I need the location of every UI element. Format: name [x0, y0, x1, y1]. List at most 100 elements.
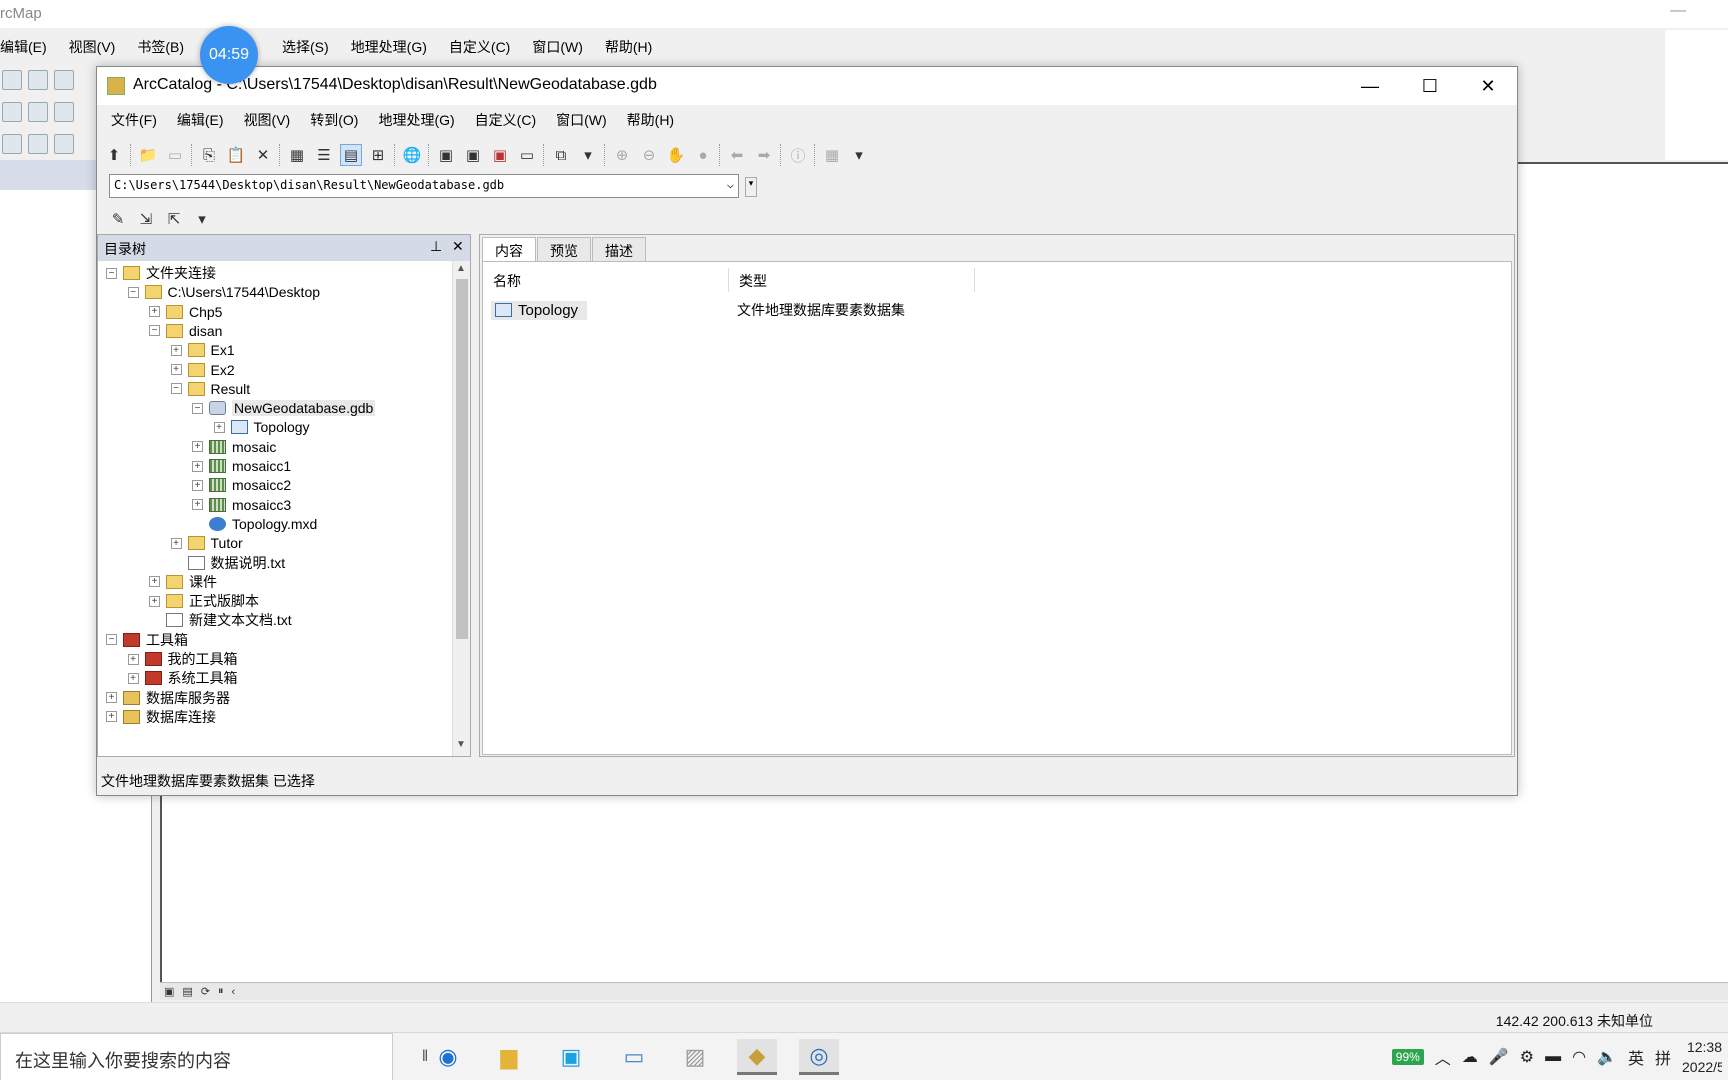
- catalog-tree-window-icon[interactable]: ▣: [435, 144, 457, 166]
- expand-icon[interactable]: +: [192, 499, 203, 511]
- identify-icon[interactable]: ⓘ: [787, 144, 809, 166]
- globe-icon[interactable]: [2, 102, 22, 122]
- tree-item[interactable]: + mosaicc1: [192, 456, 291, 476]
- expand-icon[interactable]: +: [170, 364, 182, 375]
- large-icons-icon[interactable]: ▦: [286, 144, 308, 166]
- layout-view-icon[interactable]: ▤: [182, 985, 192, 998]
- arcmap-minimize-icon[interactable]: —: [1670, 2, 1686, 20]
- arcmap-menu-help[interactable]: 帮助(H): [605, 37, 652, 57]
- python-window-icon[interactable]: ▭: [516, 144, 538, 166]
- tree-item[interactable]: + mosaicc3: [192, 495, 291, 515]
- chevron-down-icon[interactable]: ⌵: [727, 177, 734, 191]
- tree-item[interactable]: + Tutor: [170, 533, 243, 553]
- arcmap-menu-bookmarks[interactable]: 书签(B): [137, 37, 184, 57]
- menu-view[interactable]: 视图(V): [244, 110, 291, 130]
- contents-list[interactable]: 名称 类型 Topology 文件地理数据库要素数据集: [482, 261, 1512, 755]
- expand-icon[interactable]: +: [192, 479, 203, 491]
- arcmap-menu-edit[interactable]: 编辑(E): [0, 37, 47, 57]
- scroll-down-icon[interactable]: ▼: [456, 739, 466, 750]
- scroll-up-icon[interactable]: ▲: [456, 263, 466, 274]
- pin-icon[interactable]: ⊥: [430, 238, 442, 255]
- location-input[interactable]: C:\Users\17544\Desktop\disan\Result\NewG…: [109, 174, 739, 198]
- ime-mode[interactable]: 拼: [1655, 1045, 1671, 1069]
- expand-icon[interactable]: +: [192, 460, 203, 472]
- identify-icon[interactable]: [28, 134, 48, 154]
- clock[interactable]: 12:38 2022/5/: [1682, 1037, 1722, 1077]
- delete-icon[interactable]: ✕: [252, 144, 274, 166]
- collapse-icon[interactable]: −: [149, 325, 160, 337]
- tree-item[interactable]: − C:\Users\17544\Desktop: [127, 282, 320, 302]
- settings-icon[interactable]: ⚙: [1520, 1047, 1534, 1067]
- tree-item[interactable]: + 数据库连接: [106, 707, 216, 727]
- arcmap-menu-customize[interactable]: 自定义(C): [449, 37, 510, 57]
- toolbar-options-icon[interactable]: ▾: [848, 144, 870, 166]
- tree-item[interactable]: + Topology: [213, 417, 310, 437]
- tree-item[interactable]: + 系统工具箱: [127, 668, 238, 688]
- scrollbar-thumb[interactable]: [456, 279, 468, 639]
- tree-item[interactable]: + Chp5: [149, 302, 222, 322]
- minimize-button[interactable]: —: [1350, 71, 1390, 101]
- menu-help[interactable]: 帮助(H): [627, 110, 674, 130]
- tree-item[interactable]: − NewGeodatabase.gdb: [192, 398, 376, 418]
- menu-go[interactable]: 转到(O): [310, 110, 358, 130]
- arcmap-menu-selection[interactable]: 选择(S): [282, 37, 329, 57]
- tree-item[interactable]: Topology.mxd: [192, 514, 317, 534]
- arccatalog-titlebar[interactable]: ArcCatalog - C:\Users\17544\Desktop\disa…: [97, 67, 1517, 105]
- zoom-out-icon[interactable]: ⊖: [638, 144, 660, 166]
- microphone-icon[interactable]: 🎤: [1489, 1047, 1509, 1067]
- volume-icon[interactable]: 🔈: [1597, 1047, 1617, 1067]
- scroll-left-icon[interactable]: ‹: [232, 986, 236, 998]
- battery-indicator[interactable]: 99%: [1391, 1049, 1424, 1065]
- search-window-icon[interactable]: ▣: [462, 144, 484, 166]
- tree-item[interactable]: + Ex1: [170, 340, 235, 360]
- catalog-tree-scrollbar[interactable]: ▲ ▼: [452, 261, 470, 756]
- model-builder-icon[interactable]: ⧉: [550, 144, 572, 166]
- menu-file[interactable]: 文件(F): [111, 110, 157, 130]
- tree-item[interactable]: + mosaicc2: [192, 475, 291, 495]
- image-viewer-icon[interactable]: ▨: [675, 1039, 715, 1075]
- catalog-tree[interactable]: − 文件夹连接 − C:\Users\17544\Desktop + Chp5− disan…: [98, 261, 452, 756]
- ime-language[interactable]: 英: [1628, 1045, 1644, 1069]
- expand-icon[interactable]: +: [213, 421, 225, 433]
- create-thumbnail-icon[interactable]: ▦: [821, 144, 843, 166]
- details-icon[interactable]: ▤: [340, 144, 362, 166]
- menu-windows[interactable]: 窗口(W): [556, 110, 607, 130]
- export-metadata-icon[interactable]: ⇱: [163, 208, 185, 230]
- pause-icon[interactable]: ⏸: [218, 985, 224, 998]
- bilibili-icon[interactable]: ▣: [551, 1039, 591, 1075]
- arcmap-taskbar-icon[interactable]: ◎: [799, 1039, 839, 1075]
- disconnect-folder-icon[interactable]: ▭: [164, 144, 186, 166]
- tree-item[interactable]: 新建文本文档.txt: [149, 610, 292, 630]
- tree-item[interactable]: + 我的工具箱: [127, 649, 238, 669]
- expand-icon[interactable]: +: [127, 672, 139, 684]
- fixed-zoom-in-icon[interactable]: [28, 102, 48, 122]
- maximize-button[interactable]: ☐: [1410, 71, 1450, 101]
- tab-contents[interactable]: 内容: [482, 237, 536, 261]
- close-icon[interactable]: ✕: [452, 238, 464, 255]
- expand-icon[interactable]: +: [127, 653, 139, 665]
- select-icon[interactable]: [2, 134, 22, 154]
- paste-icon[interactable]: 📋: [225, 144, 247, 166]
- expand-icon[interactable]: +: [149, 576, 160, 588]
- collapse-icon[interactable]: −: [192, 402, 203, 414]
- computer-icon[interactable]: ▭: [614, 1039, 654, 1075]
- collapse-icon[interactable]: −: [106, 634, 117, 646]
- table-icon[interactable]: [54, 134, 74, 154]
- column-header-name[interactable]: 名称: [483, 268, 729, 292]
- import-metadata-icon[interactable]: ⇲: [135, 208, 157, 230]
- copy-icon[interactable]: [54, 70, 74, 90]
- launch-arcmap-icon[interactable]: 🌐: [401, 144, 423, 166]
- tree-item[interactable]: + Ex2: [170, 360, 235, 380]
- edit-metadata-icon[interactable]: ✎: [107, 208, 129, 230]
- toolbar-options-icon[interactable]: ▾: [191, 208, 213, 230]
- arctoolbox-icon[interactable]: ▣: [489, 144, 511, 166]
- collapse-icon[interactable]: −: [106, 267, 117, 279]
- expand-icon[interactable]: +: [170, 537, 182, 549]
- menu-edit[interactable]: 编辑(E): [177, 110, 224, 130]
- data-view-icon[interactable]: ▣: [164, 985, 174, 998]
- menu-customize[interactable]: 自定义(C): [475, 110, 536, 130]
- list-item[interactable]: Topology 文件地理数据库要素数据集: [491, 298, 905, 322]
- cut-icon[interactable]: [28, 70, 48, 90]
- tree-item[interactable]: + mosaic: [192, 437, 276, 457]
- tree-item[interactable]: 数据说明.txt: [171, 553, 285, 573]
